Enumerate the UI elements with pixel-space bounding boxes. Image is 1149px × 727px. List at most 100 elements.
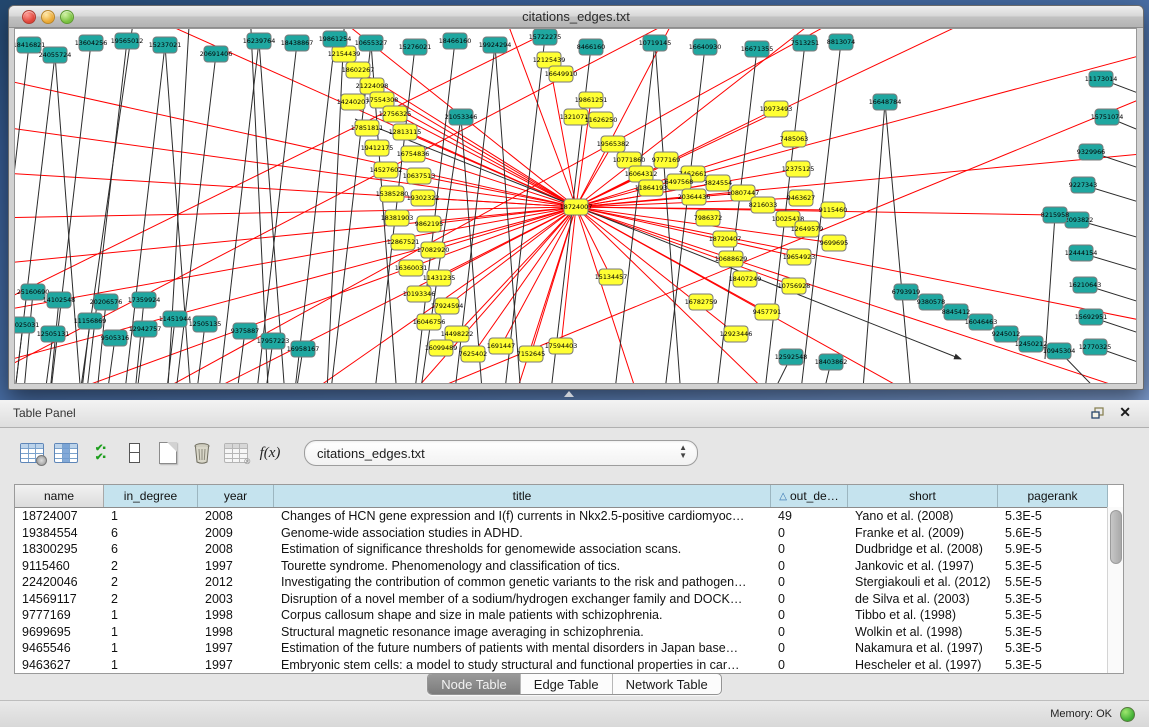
select-rows-button[interactable]: ✔▪✔▪: [86, 439, 114, 467]
network-node[interactable]: 15722275: [529, 29, 562, 45]
table-selector-dropdown[interactable]: citations_edges.txt ▲▼: [304, 440, 698, 466]
network-node[interactable]: 16210643: [1069, 277, 1102, 293]
network-node[interactable]: 16640930: [689, 39, 722, 55]
network-node[interactable]: 15751074: [1091, 109, 1124, 125]
table-cell[interactable]: Stergiakouli et al. (2012): [848, 574, 998, 591]
table-cell[interactable]: 49: [771, 508, 848, 525]
table-cell[interactable]: Wolkin et al. (1998): [848, 624, 998, 641]
table-cell[interactable]: 14569117: [15, 591, 104, 608]
network-node[interactable]: 9505316: [101, 330, 129, 346]
network-edge[interactable]: [655, 43, 683, 383]
network-node[interactable]: 10756928: [778, 278, 811, 294]
table-cell[interactable]: 18724007: [15, 508, 104, 525]
tab-node-table[interactable]: Node Table: [428, 674, 520, 694]
table-cell[interactable]: 1998: [198, 607, 274, 624]
table-cell[interactable]: 2009: [198, 525, 274, 542]
table-cell[interactable]: 0: [771, 558, 848, 575]
network-node[interactable]: 17359924: [128, 292, 161, 308]
table-cell[interactable]: 1: [104, 640, 198, 657]
network-edge[interactable]: [576, 207, 1055, 215]
network-node[interactable]: 9115460: [819, 202, 847, 218]
network-node[interactable]: 16754836: [397, 146, 430, 162]
select-column-button[interactable]: [52, 439, 80, 467]
table-cell[interactable]: Disruption of a novel member of a sodium…: [274, 591, 771, 608]
network-edge[interactable]: [15, 325, 23, 383]
network-node[interactable]: 15692951: [1075, 309, 1108, 325]
network-node[interactable]: 12813115: [389, 124, 422, 140]
column-header-pagerank[interactable]: pagerank: [998, 485, 1108, 507]
network-edge[interactable]: [576, 207, 1136, 329]
table-cell[interactable]: 1: [104, 607, 198, 624]
table-cell[interactable]: 0: [771, 624, 848, 641]
network-node[interactable]: 9329966: [1077, 144, 1105, 160]
network-node[interactable]: 9375887: [231, 323, 259, 339]
network-graph[interactable]: 1872400712154439186022672122409814240207…: [15, 29, 1136, 383]
network-node[interactable]: 12867521: [387, 234, 420, 250]
network-node[interactable]: 10719145: [639, 35, 672, 51]
table-cell[interactable]: 2: [104, 591, 198, 608]
network-node[interactable]: 14527602: [370, 162, 403, 178]
table-row[interactable]: 977716911998Corpus callosum shape and si…: [15, 607, 1123, 624]
network-node[interactable]: 14240207: [337, 94, 370, 110]
column-header-name[interactable]: name: [15, 485, 104, 507]
network-node[interactable]: 1691447: [487, 338, 515, 354]
table-cell[interactable]: Estimation of significance thresholds fo…: [274, 541, 771, 558]
network-node[interactable]: 20364436: [678, 189, 711, 205]
network-node[interactable]: 18403862: [815, 354, 848, 370]
network-node[interactable]: 12505135: [189, 316, 222, 332]
table-cell[interactable]: 5.5E-5: [998, 574, 1108, 591]
table-row[interactable]: 946362711997Embryonic stem cells: a mode…: [15, 657, 1123, 674]
column-header-title[interactable]: title: [274, 485, 771, 507]
row-height-button[interactable]: [120, 439, 148, 467]
network-node[interactable]: 19565382: [597, 136, 630, 152]
table-cell[interactable]: 5.9E-5: [998, 541, 1108, 558]
table-cell[interactable]: 5.3E-5: [998, 591, 1108, 608]
table-row[interactable]: 1456911722003Disruption of a novel membe…: [15, 591, 1123, 608]
function-builder-button[interactable]: f(x): [256, 439, 284, 467]
window-titlebar[interactable]: citations_edges.txt: [9, 6, 1143, 28]
network-node[interactable]: 14102548: [43, 292, 76, 308]
table-cell[interactable]: Genome-wide association studies in ADHD.: [274, 525, 771, 542]
network-node[interactable]: 11864193: [635, 180, 668, 196]
table-cell[interactable]: Yano et al. (2008): [848, 508, 998, 525]
network-node[interactable]: 11431235: [423, 270, 456, 286]
network-node[interactable]: 18466160: [439, 33, 472, 49]
table-scrollbar[interactable]: [1107, 507, 1123, 673]
table-cell[interactable]: Tourette syndrome. Phenomenology and cla…: [274, 558, 771, 575]
network-node[interactable]: 12154439: [328, 46, 361, 62]
network-node[interactable]: 7513251: [791, 35, 819, 51]
network-node[interactable]: 15237021: [149, 37, 182, 53]
table-cell[interactable]: 9463627: [15, 657, 104, 674]
network-edge[interactable]: [193, 324, 205, 383]
table-cell[interactable]: Embryonic stem cells: a model to study s…: [274, 657, 771, 674]
table-cell[interactable]: 2003: [198, 591, 274, 608]
table-cell[interactable]: 5.3E-5: [998, 624, 1108, 641]
table-cell[interactable]: 9465546: [15, 640, 104, 657]
network-node[interactable]: 8813074: [827, 34, 855, 50]
network-node[interactable]: 19302322: [407, 190, 440, 206]
network-node[interactable]: 19861251: [575, 92, 608, 108]
table-cell[interactable]: Corpus callosum shape and size in male p…: [274, 607, 771, 624]
table-cell[interactable]: 19384554: [15, 525, 104, 542]
column-header-short[interactable]: short: [848, 485, 998, 507]
column-header-year[interactable]: year: [198, 485, 274, 507]
network-node[interactable]: 19025031: [15, 317, 39, 333]
network-node[interactable]: 16046463: [965, 314, 998, 330]
network-node[interactable]: 9463627: [787, 190, 815, 206]
table-cell[interactable]: 2008: [198, 508, 274, 525]
network-node[interactable]: 8216033: [749, 197, 777, 213]
table-cell[interactable]: 5.3E-5: [998, 558, 1108, 575]
table-cell[interactable]: 2: [104, 574, 198, 591]
new-table-button[interactable]: [154, 439, 182, 467]
network-edge[interactable]: [457, 207, 576, 334]
network-node[interactable]: 19861254: [319, 31, 352, 47]
network-node[interactable]: 12592548: [775, 349, 808, 365]
network-node[interactable]: 16649910: [545, 66, 578, 82]
network-node[interactable]: 15276021: [399, 39, 432, 55]
network-node[interactable]: 10688629: [715, 251, 748, 267]
network-node[interactable]: 16239764: [243, 33, 276, 49]
network-node[interactable]: 12444154: [1065, 245, 1098, 261]
network-node[interactable]: 12649579: [791, 221, 824, 237]
network-node[interactable]: 15134457: [595, 269, 628, 285]
table-cell[interactable]: 1: [104, 657, 198, 674]
